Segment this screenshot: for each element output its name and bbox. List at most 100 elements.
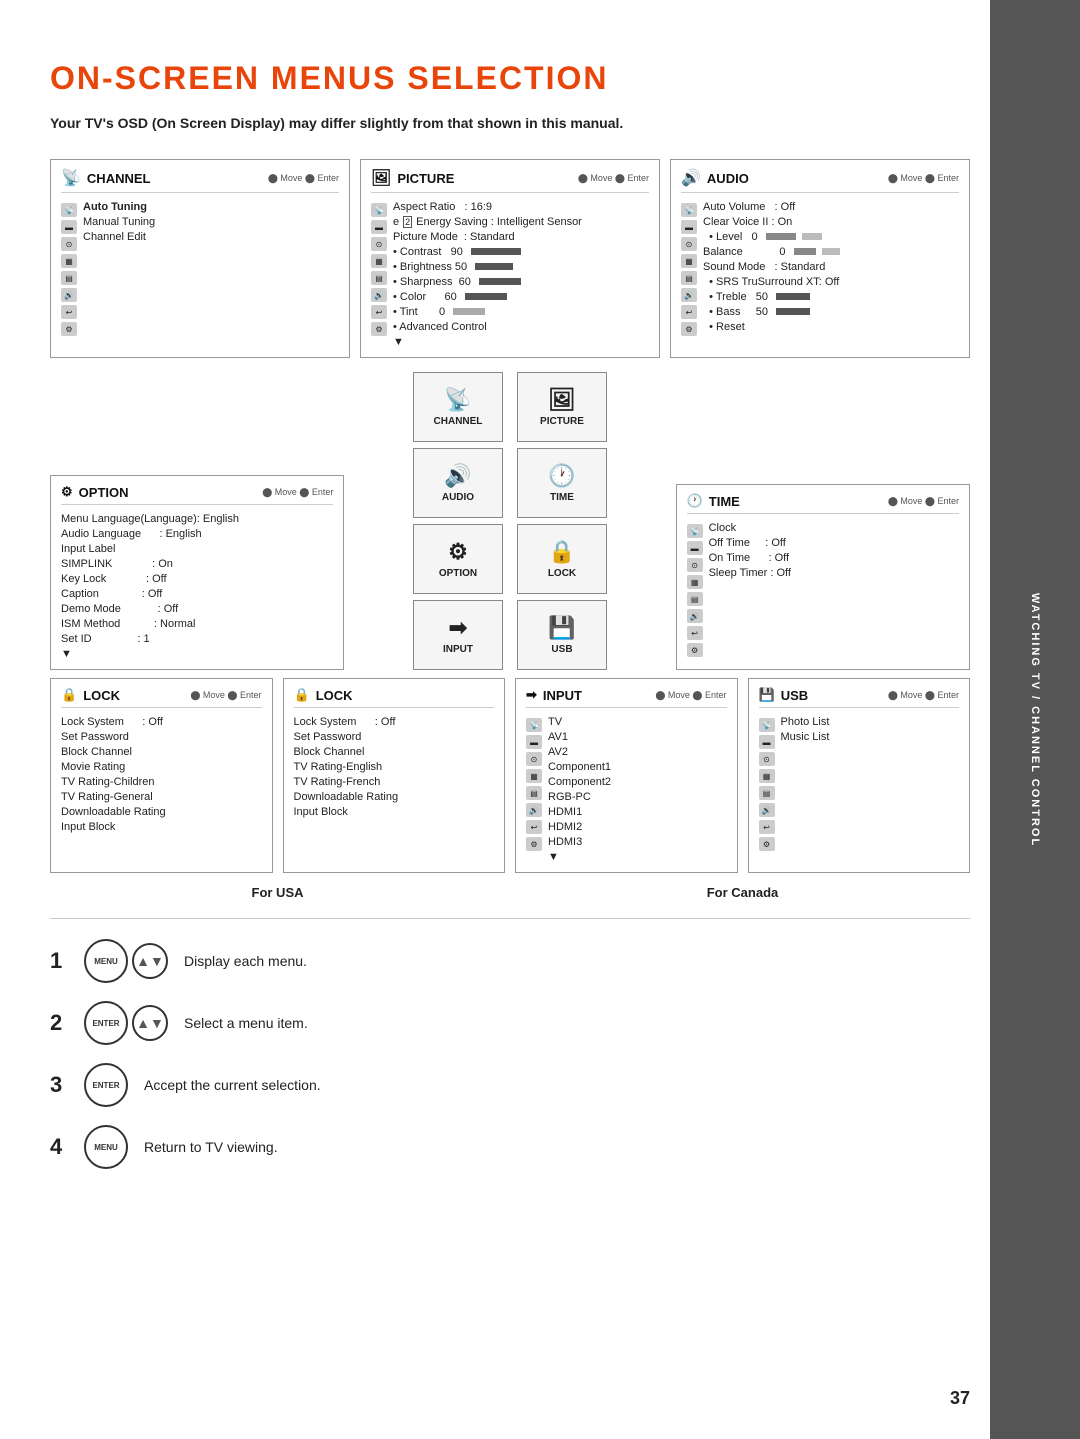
page-number: 37 [950, 1388, 970, 1409]
channel-icon-4: ▦ [61, 254, 77, 268]
step-2-enter-btn[interactable]: ENTER [84, 1001, 128, 1045]
auto-volume: Auto Volume : Off [703, 199, 840, 214]
set-pw-ca: Set Password [294, 729, 495, 744]
step-2-arrow-btn[interactable]: ▲▼ [132, 1005, 168, 1041]
time-si-4: ▦ [687, 575, 703, 589]
step-3-enter-btn[interactable]: ENTER [84, 1063, 128, 1107]
step-4-buttons: MENU [84, 1125, 128, 1169]
tv-rating-general: TV Rating-General [61, 789, 262, 804]
audio-sidebar: 📡 ▬ ⊙ ▦ ▤ 🔊 ↩ ⚙ [681, 199, 697, 340]
step-1-arrow-btn[interactable]: ▲▼ [132, 943, 168, 979]
usb-si-2: ▬ [759, 735, 775, 749]
audio-items: Auto Volume : Off Clear Voice II : On • … [703, 199, 840, 340]
thumb-channel-icon: 📡 [444, 387, 471, 413]
thumb-channel[interactable]: 📡 CHANNEL [413, 372, 503, 442]
thumb-input[interactable]: ➡ INPUT [413, 600, 503, 670]
inp-si-8: ⚙ [526, 837, 542, 851]
thumb-lock[interactable]: 🔒 LOCK [517, 524, 607, 594]
input-more: ▼ [548, 849, 611, 864]
usb-si-6: 🔊 [759, 803, 775, 817]
input-header: ➡ INPUT ⬤ Move ⬤ Enter [526, 687, 727, 708]
thumb-usb[interactable]: 💾 USB [517, 600, 607, 670]
ism-method: ISM Method : Normal [61, 616, 333, 631]
input-comp1: Component1 [548, 759, 611, 774]
side-panel: WATCHING TV / CHANNEL CONTROL [990, 0, 1080, 1439]
step-4-menu-btn[interactable]: MENU [84, 1125, 128, 1169]
usb-menu-box: 💾 USB ⬤ Move ⬤ Enter 📡 ▬ ⊙ ▦ ▤ 🔊 ↩ ⚙ Ph [748, 678, 971, 873]
aud-icon-7: ↩ [681, 305, 697, 319]
aud-icon-2: ▬ [681, 220, 697, 234]
step-1-menu-btn[interactable]: MENU [84, 939, 128, 983]
pic-icon-6: 🔊 [371, 288, 387, 302]
step-2-desc: Select a menu item. [184, 1015, 308, 1031]
picture-more: ▼ [393, 334, 582, 349]
aud-icon-1: 📡 [681, 203, 697, 217]
usb-si-5: ▤ [759, 786, 775, 800]
pic-icon-7: ↩ [371, 305, 387, 319]
balance-val: Balance 0 [703, 244, 840, 259]
side-label: WATCHING TV / CHANNEL CONTROL [1029, 592, 1041, 846]
audio-header: 🔊 AUDIO ⬤ Move ⬤ Enter [681, 168, 959, 193]
thumb-audio[interactable]: 🔊 AUDIO [413, 448, 503, 518]
aud-icon-5: ▤ [681, 271, 697, 285]
steps-section: 1 MENU ▲▼ Display each menu. 2 ENTER ▲▼ … [50, 918, 970, 1169]
aud-icon-6: 🔊 [681, 288, 697, 302]
input-hdmi1: HDMI1 [548, 804, 611, 819]
aspect-ratio: Aspect Ratio : 16:9 [393, 199, 582, 214]
thumb-picture-icon: 🖼 [548, 387, 576, 413]
treble-val: • Treble 50 [703, 289, 840, 304]
input-av1: AV1 [548, 729, 611, 744]
time-mini-box: 🕐 TIME ⬤ Move ⬤ Enter 📡 ▬ ⊙ ▦ ▤ 🔊 ↩ ⚙ C [676, 484, 970, 670]
channel-item-channedit: Channel Edit [83, 229, 155, 244]
set-pw-usa: Set Password [61, 729, 262, 744]
thumb-option-label: OPTION [439, 568, 477, 579]
picture-mode: Picture Mode : Standard [393, 229, 582, 244]
lock-canada-box: 🔒 LOCK Lock System : Off Set Password Bl… [283, 678, 506, 873]
picture-icon: 🖼 [371, 168, 391, 188]
menu-lang: Menu Language(Language): English [61, 511, 333, 526]
picture-items: Aspect Ratio : 16:9 e2Energy Saving : In… [393, 199, 582, 349]
lock-sys-ca: Lock System : Off [294, 714, 495, 729]
contrast: • Contrast 90 [393, 244, 582, 259]
step-3-number: 3 [50, 1072, 68, 1098]
time-header: 🕐 TIME ⬤ Move ⬤ Enter [687, 493, 959, 514]
picture-sidebar: 📡 ▬ ⊙ ▦ ▤ 🔊 ↩ ⚙ [371, 199, 387, 349]
dl-rating-ca: Downloadable Rating [294, 789, 495, 804]
input-body: 📡 ▬ ⊙ ▦ ▤ 🔊 ↩ ⚙ TV AV1 AV2 Component1 Co… [526, 714, 727, 864]
channel-icon-5: ▤ [61, 271, 77, 285]
input-hdmi3: HDMI3 [548, 834, 611, 849]
pic-icon-4: ▦ [371, 254, 387, 268]
picture-title: 🖼 PICTURE [371, 168, 454, 188]
step-4-desc: Return to TV viewing. [144, 1139, 278, 1155]
channel-icon-8: ⚙ [61, 322, 77, 336]
input-block-ca: Input Block [294, 804, 495, 819]
lock-usa-move-enter: ⬤ Move ⬤ Enter [190, 690, 261, 701]
time-title: 🕐 TIME [687, 493, 740, 509]
page-title: ON-SCREEN MENUS SELECTION [50, 60, 970, 97]
inp-si-3: ⊙ [526, 752, 542, 766]
level-val: • Level 0 [703, 229, 840, 244]
time-si-1: 📡 [687, 524, 703, 538]
audio-reset: • Reset [703, 319, 840, 334]
thumb-time-icon: 🕐 [548, 463, 575, 489]
thumb-picture[interactable]: 🖼 PICTURE [517, 372, 607, 442]
usb-icon: 💾 [759, 687, 775, 703]
step-2-row: 2 ENTER ▲▼ Select a menu item. [50, 1001, 970, 1045]
thumb-option[interactable]: ⚙ OPTION [413, 524, 503, 594]
time-si-8: ⚙ [687, 643, 703, 657]
step-2-number: 2 [50, 1010, 68, 1036]
lock-canada-icon: 🔒 [294, 687, 310, 703]
input-icon: ➡ [526, 687, 537, 703]
usb-si-7: ↩ [759, 820, 775, 834]
audio-menu-box: 🔊 AUDIO ⬤ Move ⬤ Enter 📡 ▬ ⊙ ▦ ▤ 🔊 ↩ ⚙ [670, 159, 970, 358]
inp-si-6: 🔊 [526, 803, 542, 817]
pic-icon-3: ⊙ [371, 237, 387, 251]
channel-sidebar: 📡 ▬ ⊙ ▦ ▤ 🔊 ↩ ⚙ [61, 199, 77, 340]
picture-menu-box: 🖼 PICTURE ⬤ Move ⬤ Enter 📡 ▬ ⊙ ▦ ▤ 🔊 ↩ ⚙ [360, 159, 660, 358]
on-time: On Time : Off [709, 550, 791, 565]
usb-si-8: ⚙ [759, 837, 775, 851]
thumb-time[interactable]: 🕐 TIME [517, 448, 607, 518]
bass-val: • Bass 50 [703, 304, 840, 319]
usb-si-4: ▦ [759, 769, 775, 783]
audio-title: 🔊 AUDIO [681, 168, 749, 188]
